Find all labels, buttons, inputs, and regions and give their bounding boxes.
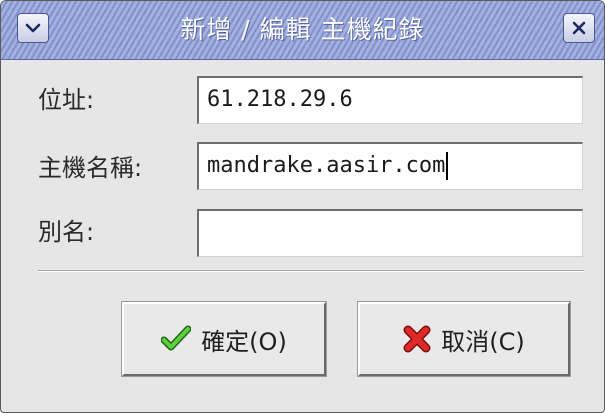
address-field[interactable]: 61.218.29.6 bbox=[197, 76, 583, 124]
hostname-label: 主機名稱: bbox=[38, 154, 143, 182]
window-title: 新增 / 編輯 主機紀錄 bbox=[180, 15, 425, 44]
address-label: 位址: bbox=[38, 86, 95, 114]
separator bbox=[38, 270, 584, 272]
address-value: 61.218.29.6 bbox=[207, 87, 353, 112]
close-icon bbox=[571, 20, 587, 36]
checkmark-icon bbox=[161, 325, 192, 353]
text-cursor bbox=[446, 152, 449, 180]
alias-field[interactable] bbox=[197, 209, 583, 257]
chevron-down-icon bbox=[24, 21, 42, 35]
window-menu-button[interactable] bbox=[17, 13, 49, 43]
cancel-button[interactable]: 取消(C) bbox=[357, 301, 571, 377]
dialog-window: 新增 / 編輯 主機紀錄 位址: 61.218.29.6 主機名稱: mandr… bbox=[0, 0, 605, 413]
ok-button[interactable]: 確定(O) bbox=[121, 301, 327, 377]
red-x-icon bbox=[403, 325, 431, 353]
ok-button-label: 確定(O) bbox=[201, 327, 287, 356]
cancel-button-label: 取消(C) bbox=[441, 327, 525, 356]
window-close-button[interactable] bbox=[563, 13, 595, 43]
title-bar[interactable]: 新增 / 編輯 主機紀錄 bbox=[1, 1, 604, 60]
hostname-value: mandrake.aasir.com bbox=[207, 153, 446, 178]
hostname-field[interactable]: mandrake.aasir.com bbox=[197, 142, 583, 190]
alias-label: 別名: bbox=[38, 218, 95, 246]
